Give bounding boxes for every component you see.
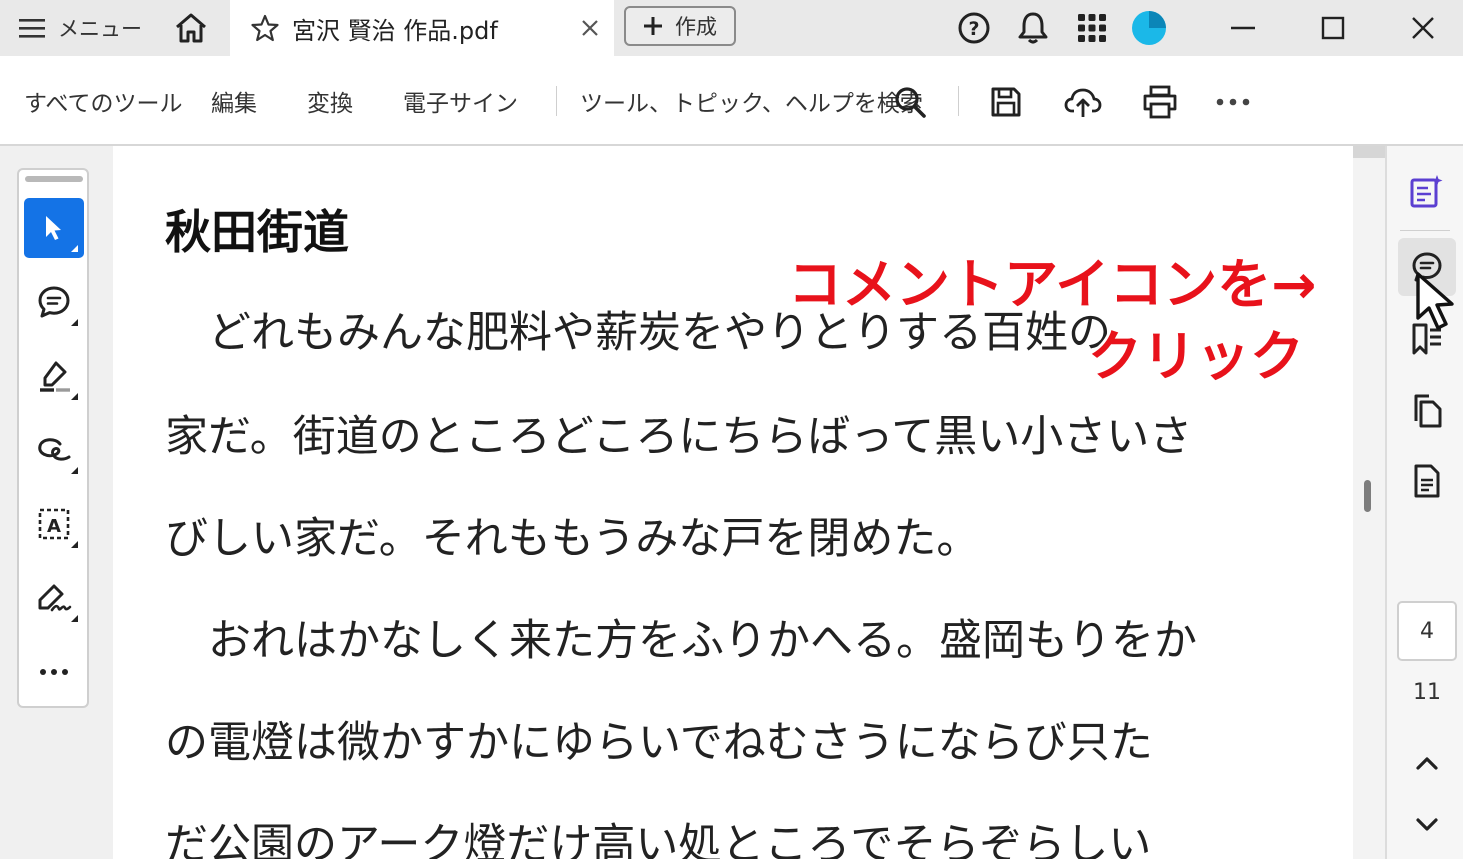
bell-icon: [1018, 12, 1048, 44]
signature-icon: [38, 584, 72, 612]
ai-assistant-icon: [1410, 175, 1443, 208]
tab-title: 宮沢 賢治 作品.pdf: [292, 16, 498, 45]
print-icon: [1143, 85, 1177, 119]
previous-page-button[interactable]: [1398, 734, 1456, 792]
next-page-button[interactable]: [1398, 796, 1456, 854]
document-text-line: だ公園のアーク燈だけ高い処ところでそらぞらしい: [165, 820, 1152, 859]
search-icon: [895, 87, 926, 118]
minimize-icon: [1231, 26, 1255, 30]
toolbar-divider-2: [958, 86, 959, 116]
home-icon: [176, 13, 206, 43]
svg-text:?: ?: [968, 18, 979, 40]
submenu-indicator: [71, 615, 78, 622]
scrollbar-thumb[interactable]: [1364, 480, 1371, 512]
window-close-button[interactable]: [1403, 8, 1443, 48]
highlight-icon: [40, 361, 70, 392]
menu-icon: [19, 19, 45, 38]
submenu-indicator: [71, 467, 78, 474]
text-box-tool-button[interactable]: A: [24, 494, 84, 554]
chevron-up-icon: [1416, 757, 1438, 770]
plus-icon: [644, 17, 662, 35]
menu-label: メニュー: [58, 17, 142, 41]
document-icon: [1414, 464, 1440, 498]
document-properties-button[interactable]: [1398, 452, 1456, 510]
draw-freeform-icon: [38, 438, 71, 461]
annotation-instruction-click: クリック: [1088, 325, 1304, 388]
panel-divider: [1400, 230, 1450, 231]
all-tools-link[interactable]: すべてのツール: [24, 84, 182, 118]
notifications-button[interactable]: [1013, 8, 1053, 48]
search-input[interactable]: ツール、トピック、ヘルプを検索: [580, 84, 923, 118]
esign-link[interactable]: 電子サイン: [403, 84, 518, 118]
apps-button[interactable]: [1072, 8, 1112, 48]
signature-tool-button[interactable]: [24, 568, 84, 628]
maximize-button[interactable]: [1313, 8, 1353, 48]
scrollbar-top-cap: [1353, 146, 1385, 158]
upload-icon: [1064, 88, 1102, 117]
document-heading: 秋田街道: [165, 205, 349, 259]
search-button[interactable]: [888, 80, 932, 124]
highlight-tool-button[interactable]: [24, 346, 84, 406]
help-button[interactable]: ?: [954, 8, 994, 48]
print-button[interactable]: [1138, 80, 1182, 124]
create-label: 作成: [675, 15, 717, 39]
panel-drag-handle[interactable]: [25, 176, 83, 182]
help-icon: ?: [958, 12, 990, 44]
total-pages: 11: [1413, 680, 1441, 705]
save-icon: [991, 87, 1021, 117]
apps-grid-icon: [1078, 14, 1106, 42]
current-page-input[interactable]: 4: [1397, 601, 1457, 661]
ai-assistant-button[interactable]: [1398, 162, 1456, 220]
menu-button[interactable]: メニュー: [18, 8, 142, 48]
select-tool-button[interactable]: [24, 198, 84, 258]
profile-button[interactable]: [1129, 8, 1169, 48]
submenu-indicator: [71, 245, 78, 252]
window-close-icon: [1412, 17, 1434, 39]
edit-link[interactable]: 編集: [211, 84, 257, 118]
submenu-indicator: [71, 393, 78, 400]
more-button[interactable]: [1211, 80, 1255, 124]
maximize-icon: [1321, 16, 1345, 40]
document-text-line: 家だ。街道のところどころにちらばって黒い小さいさ: [165, 412, 1193, 462]
submenu-indicator: [71, 541, 78, 548]
toolbar-divider: [556, 86, 557, 116]
profile-avatar: [1132, 11, 1166, 45]
document-text-line: おれはかなしく来た方をふりかへる。盛岡もりをか: [165, 616, 1197, 666]
more-tools-icon: [40, 669, 68, 675]
select-cursor-icon: [46, 216, 61, 240]
close-icon[interactable]: [576, 14, 604, 42]
document-text-line: の電燈は微かすかにゆらいでねむさうにならび只た: [165, 718, 1153, 768]
convert-link[interactable]: 変換: [307, 84, 353, 118]
save-button[interactable]: [984, 80, 1028, 124]
submenu-indicator: [71, 319, 78, 326]
pages-icon: [1414, 394, 1442, 428]
annotation-instruction: コメントアイコンを→: [788, 253, 1317, 316]
text-box-icon: A: [38, 508, 70, 540]
more-tools-button[interactable]: [24, 642, 84, 702]
star-icon[interactable]: [250, 13, 280, 43]
upload-button[interactable]: [1061, 80, 1105, 124]
document-text-line: びしい家だ。それももうみな戸を閉めた。: [165, 514, 980, 564]
home-button[interactable]: [170, 8, 212, 48]
add-comment-tool-button[interactable]: [24, 272, 84, 332]
create-button[interactable]: 作成: [624, 6, 736, 46]
add-comment-icon: [38, 286, 70, 318]
pages-button[interactable]: [1398, 382, 1456, 440]
draw-tool-button[interactable]: [24, 420, 84, 480]
document-tab[interactable]: 宮沢 賢治 作品.pdf: [230, 0, 614, 56]
more-icon: [1216, 98, 1250, 106]
mouse-cursor-icon: [1416, 272, 1454, 330]
svg-text:A: A: [47, 516, 61, 537]
minimize-button[interactable]: [1223, 8, 1263, 48]
chevron-down-icon: [1416, 818, 1438, 831]
